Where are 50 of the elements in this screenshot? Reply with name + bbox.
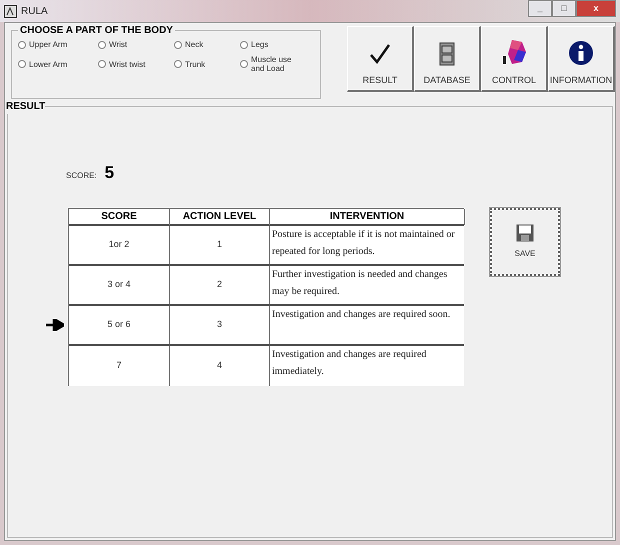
window-title: RULA xyxy=(21,4,48,18)
table-cell: 2 xyxy=(170,266,270,304)
radio-option[interactable]: Neck xyxy=(174,40,240,49)
radio-option[interactable]: Legs xyxy=(240,40,314,49)
radio-option[interactable]: Wrist twist xyxy=(98,55,174,73)
radio-button[interactable] xyxy=(240,40,248,48)
toolbar-button[interactable]: DATABASE xyxy=(414,26,481,92)
table-cell-text: Investigation and changes are required immediately. xyxy=(271,348,428,379)
file-cabinet-icon xyxy=(439,42,455,66)
arrow-icon xyxy=(46,319,64,331)
radio-button[interactable] xyxy=(240,60,248,68)
radio-button[interactable] xyxy=(18,40,26,48)
close-button[interactable]: x xyxy=(576,0,616,17)
table-cell-text: Posture is acceptable if it is not maintained or repeated for long periods. xyxy=(271,228,456,259)
table-cell-text: Investigation and changes are required soon. xyxy=(271,308,452,322)
radio-button[interactable] xyxy=(98,40,106,48)
score-value: 5 xyxy=(104,164,114,182)
radio-option[interactable]: Wrist xyxy=(98,40,174,49)
toolbar-button[interactable]: RESULT xyxy=(347,26,414,92)
radio-button[interactable] xyxy=(174,60,182,68)
info-icon xyxy=(568,40,594,66)
radio-option[interactable]: Upper Arm xyxy=(18,40,98,49)
group-title: CHOOSE A PART OF THE BODY xyxy=(19,24,174,38)
table-cell-text: Further investigation is needed and changes may be required. xyxy=(271,268,448,299)
radio-button[interactable] xyxy=(18,60,26,68)
table-cell: 7 xyxy=(69,346,170,386)
toolbar-button[interactable]: INFORMATION xyxy=(548,26,615,92)
checkmark-icon xyxy=(368,42,392,66)
table-cell: 1or 2 xyxy=(69,226,170,264)
group-title: RESULT xyxy=(6,100,46,114)
table-cell: 3 or 4 xyxy=(69,266,170,304)
toolbar-button[interactable]: CONTROL xyxy=(481,26,548,92)
maximize-button[interactable]: □ xyxy=(552,0,576,17)
table-cell: 4 xyxy=(170,346,270,386)
minimize-button[interactable]: _ xyxy=(528,0,552,17)
table-cell: 1 xyxy=(170,226,270,264)
column-header: ACTION LEVEL xyxy=(170,209,270,225)
radio-option[interactable]: Trunk xyxy=(174,55,240,73)
column-header: INTERVENTION xyxy=(270,209,465,225)
radio-button[interactable] xyxy=(98,60,106,68)
column-header: SCORE xyxy=(69,209,170,225)
table-cell: 3 xyxy=(170,306,270,344)
save-button[interactable]: SAVE xyxy=(490,208,560,276)
score-label: SCORE: xyxy=(66,170,97,182)
radio-button[interactable] xyxy=(174,40,182,48)
radio-option[interactable]: Muscle use and Load xyxy=(240,55,314,73)
cube-icon xyxy=(500,38,528,66)
table-cell: 5 or 6 xyxy=(69,306,170,344)
app-icon xyxy=(4,4,17,18)
radio-option[interactable]: Lower Arm xyxy=(18,55,98,73)
